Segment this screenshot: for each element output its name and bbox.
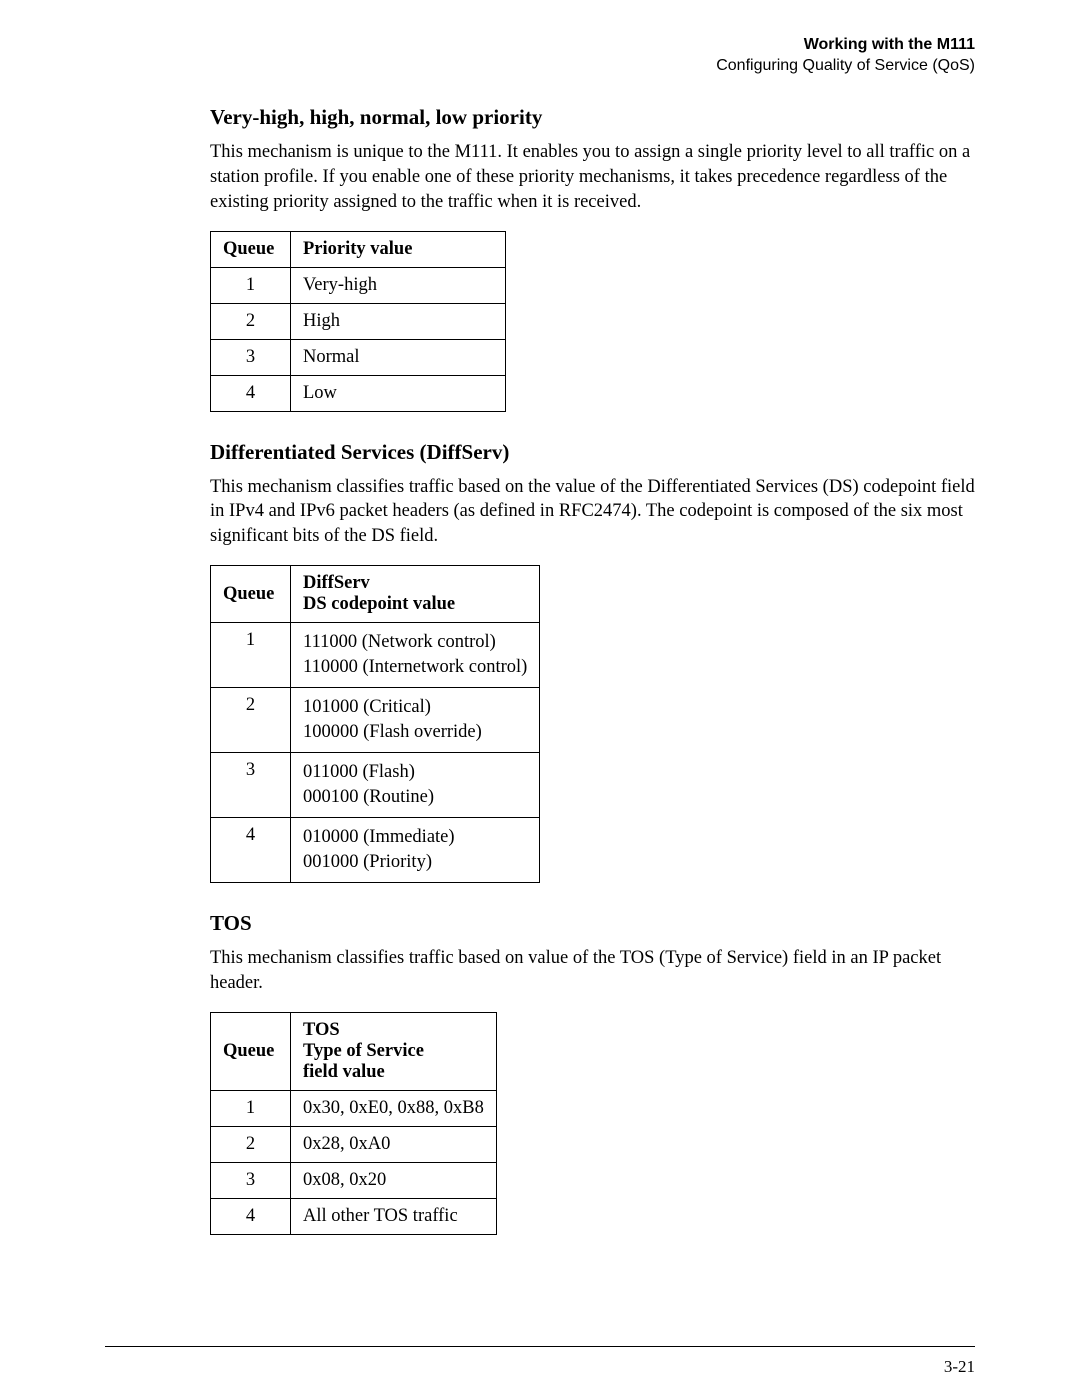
th-tos-value: TOS Type of Service field value: [291, 1013, 497, 1091]
cell-value: Low: [291, 375, 506, 411]
cell-value: Normal: [291, 339, 506, 375]
page: Working with the M111 Configuring Qualit…: [0, 0, 1080, 1397]
cell-queue: 2: [211, 688, 291, 753]
table-row: 4 Low: [211, 375, 506, 411]
cell-line: 011000 (Flash): [303, 760, 527, 785]
footer-rule: [105, 1346, 975, 1347]
table-row: 2 101000 (Critical) 100000 (Flash overri…: [211, 688, 540, 753]
cell-queue: 1: [211, 623, 291, 688]
cell-queue: 1: [211, 267, 291, 303]
cell-value: 0x28, 0xA0: [291, 1127, 497, 1163]
table-tos: Queue TOS Type of Service field value 1 …: [210, 1012, 497, 1235]
heading-tos: TOS: [210, 911, 975, 936]
table-row: 1 111000 (Network control) 110000 (Inter…: [211, 623, 540, 688]
cell-queue: 4: [211, 1199, 291, 1235]
cell-line: 101000 (Critical): [303, 695, 527, 720]
table-row: 4 All other TOS traffic: [211, 1199, 497, 1235]
cell-value: All other TOS traffic: [291, 1199, 497, 1235]
heading-diffserv: Differentiated Services (DiffServ): [210, 440, 975, 465]
table-row: 3 011000 (Flash) 000100 (Routine): [211, 753, 540, 818]
cell-value: 0x30, 0xE0, 0x88, 0xB8: [291, 1091, 497, 1127]
cell-queue: 4: [211, 818, 291, 883]
th-queue: Queue: [211, 231, 291, 267]
running-header: Working with the M111 Configuring Qualit…: [210, 35, 975, 77]
table-row: 1 Very-high: [211, 267, 506, 303]
cell-value: 111000 (Network control) 110000 (Interne…: [291, 623, 540, 688]
th-line: DiffServ: [303, 573, 527, 594]
header-section: Configuring Quality of Service (QoS): [716, 57, 975, 74]
paragraph-diffserv: This mechanism classifies traffic based …: [210, 475, 975, 550]
table-diffserv: Queue DiffServ DS codepoint value 1 1110…: [210, 565, 540, 883]
cell-line: 110000 (Internetwork control): [303, 655, 527, 680]
header-chapter: Working with the M111: [804, 36, 975, 53]
th-queue: Queue: [211, 566, 291, 623]
cell-queue: 2: [211, 1127, 291, 1163]
cell-line: 010000 (Immediate): [303, 825, 527, 850]
th-line: DS codepoint value: [303, 594, 527, 615]
cell-value: High: [291, 303, 506, 339]
paragraph-priority: This mechanism is unique to the M111. It…: [210, 140, 975, 215]
cell-queue: 4: [211, 375, 291, 411]
cell-line: 001000 (Priority): [303, 850, 527, 875]
cell-queue: 3: [211, 753, 291, 818]
th-priority-value: Priority value: [291, 231, 506, 267]
cell-value: 010000 (Immediate) 001000 (Priority): [291, 818, 540, 883]
cell-value: 101000 (Critical) 100000 (Flash override…: [291, 688, 540, 753]
cell-queue: 3: [211, 339, 291, 375]
cell-value: 0x08, 0x20: [291, 1163, 497, 1199]
th-diffserv-value: DiffServ DS codepoint value: [291, 566, 540, 623]
cell-line: 111000 (Network control): [303, 630, 527, 655]
cell-line: 100000 (Flash override): [303, 720, 527, 745]
cell-queue: 3: [211, 1163, 291, 1199]
cell-value: Very-high: [291, 267, 506, 303]
th-line: field value: [303, 1062, 484, 1083]
table-row: 4 010000 (Immediate) 001000 (Priority): [211, 818, 540, 883]
th-line: Type of Service: [303, 1041, 484, 1062]
table-row: 3 0x08, 0x20: [211, 1163, 497, 1199]
table-row: 2 High: [211, 303, 506, 339]
table-row: 1 0x30, 0xE0, 0x88, 0xB8: [211, 1091, 497, 1127]
table-row: 2 0x28, 0xA0: [211, 1127, 497, 1163]
page-number: 3-21: [944, 1357, 975, 1377]
heading-priority: Very-high, high, normal, low priority: [210, 105, 975, 130]
table-row: 3 Normal: [211, 339, 506, 375]
paragraph-tos: This mechanism classifies traffic based …: [210, 946, 975, 996]
table-priority: Queue Priority value 1 Very-high 2 High …: [210, 231, 506, 412]
cell-value: 011000 (Flash) 000100 (Routine): [291, 753, 540, 818]
th-queue: Queue: [211, 1013, 291, 1091]
cell-queue: 2: [211, 303, 291, 339]
cell-line: 000100 (Routine): [303, 785, 527, 810]
th-line: TOS: [303, 1020, 484, 1041]
cell-queue: 1: [211, 1091, 291, 1127]
